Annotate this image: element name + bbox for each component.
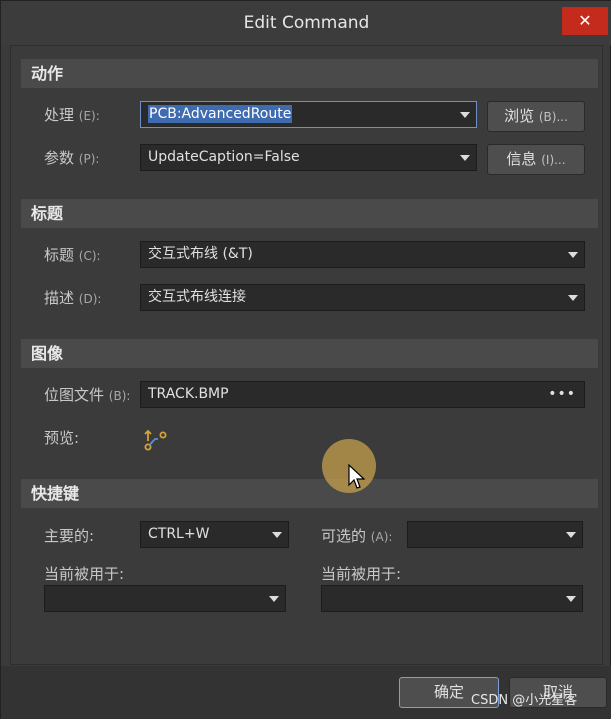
chevron-down-icon[interactable] — [460, 112, 470, 118]
browse-button-label: 浏览 — [504, 107, 535, 125]
process-combo[interactable]: PCB:AdvancedRoute — [140, 101, 477, 128]
alternate-shortcut-label-accel: (A): — [370, 530, 393, 544]
close-icon: ✕ — [578, 11, 592, 30]
bitmap-label-text: 位图文件 — [44, 386, 105, 404]
description-label-accel: (D): — [78, 292, 102, 306]
section-shortcut-header: 快捷键 — [21, 479, 598, 508]
info-button[interactable]: 信息 (I)... — [487, 144, 585, 175]
params-value: UpdateCaption=False — [148, 149, 300, 165]
bitmap-value: TRACK.BMP — [148, 386, 229, 402]
caption-value: 交互式布线 (&T) — [148, 246, 253, 262]
title-bar[interactable]: Edit Command ✕ — [1, 1, 611, 45]
chevron-down-icon[interactable] — [272, 532, 282, 538]
mouse-cursor-icon — [348, 464, 365, 489]
more-icon[interactable]: ••• — [548, 382, 576, 407]
used-by-right-label: 当前被用于: — [321, 565, 402, 583]
section-image-header: 图像 — [21, 339, 598, 368]
info-button-label: 信息 — [506, 150, 537, 168]
description-value: 交互式布线连接 — [148, 289, 246, 305]
alternate-shortcut-label: 可选的 (A): — [321, 525, 392, 546]
chevron-down-icon[interactable] — [568, 252, 578, 258]
close-button[interactable]: ✕ — [562, 7, 608, 35]
params-combo[interactable]: UpdateCaption=False — [140, 144, 477, 171]
chevron-down-icon[interactable] — [566, 596, 576, 602]
caption-label: 标题 (C): — [44, 244, 101, 265]
description-label-text: 描述 — [44, 289, 75, 307]
dialog-title: Edit Command — [243, 13, 370, 33]
edit-command-dialog: Edit Command ✕ 动作 处理 (E): PCB:AdvancedRo… — [0, 0, 611, 719]
process-label-text: 处理 — [44, 106, 75, 124]
alternate-shortcut-combo[interactable] — [407, 521, 583, 548]
process-label: 处理 (E): — [44, 104, 100, 125]
primary-shortcut-label: 主要的: — [44, 527, 95, 545]
process-value: PCB:AdvancedRoute — [148, 105, 293, 123]
route-track-icon — [144, 429, 167, 451]
chevron-down-icon[interactable] — [269, 596, 279, 602]
info-button-accel: (I)... — [541, 153, 566, 167]
chevron-down-icon[interactable] — [460, 155, 470, 161]
params-label: 参数 (P): — [44, 147, 99, 168]
browse-button-accel: (B)... — [538, 110, 568, 124]
used-by-left-label: 当前被用于: — [44, 565, 125, 583]
watermark: CSDN @小光星客 — [471, 693, 578, 708]
section-caption-header: 标题 — [21, 199, 598, 228]
caption-label-text: 标题 — [44, 246, 75, 264]
used-by-left-combo[interactable] — [44, 585, 286, 612]
primary-shortcut-combo[interactable]: CTRL+W — [140, 521, 289, 548]
description-label: 描述 (D): — [44, 287, 101, 308]
preview-label: 预览: — [44, 429, 80, 447]
params-label-accel: (P): — [78, 152, 100, 166]
description-combo[interactable]: 交互式布线连接 — [140, 284, 585, 311]
bitmap-label-accel: (B): — [108, 389, 131, 403]
process-label-accel: (E): — [78, 109, 100, 123]
alternate-shortcut-label-text: 可选的 — [321, 527, 367, 545]
primary-shortcut-value: CTRL+W — [148, 526, 210, 542]
caption-combo[interactable]: 交互式布线 (&T) — [140, 241, 585, 268]
bitmap-file-field[interactable]: TRACK.BMP ••• — [140, 381, 585, 408]
browse-button[interactable]: 浏览 (B)... — [487, 101, 585, 132]
used-by-right-combo[interactable] — [321, 585, 583, 612]
chevron-down-icon[interactable] — [568, 295, 578, 301]
bitmap-label: 位图文件 (B): — [44, 384, 130, 405]
section-action-header: 动作 — [21, 59, 598, 88]
caption-label-accel: (C): — [78, 249, 101, 263]
params-label-text: 参数 — [44, 149, 75, 167]
chevron-down-icon[interactable] — [566, 532, 576, 538]
